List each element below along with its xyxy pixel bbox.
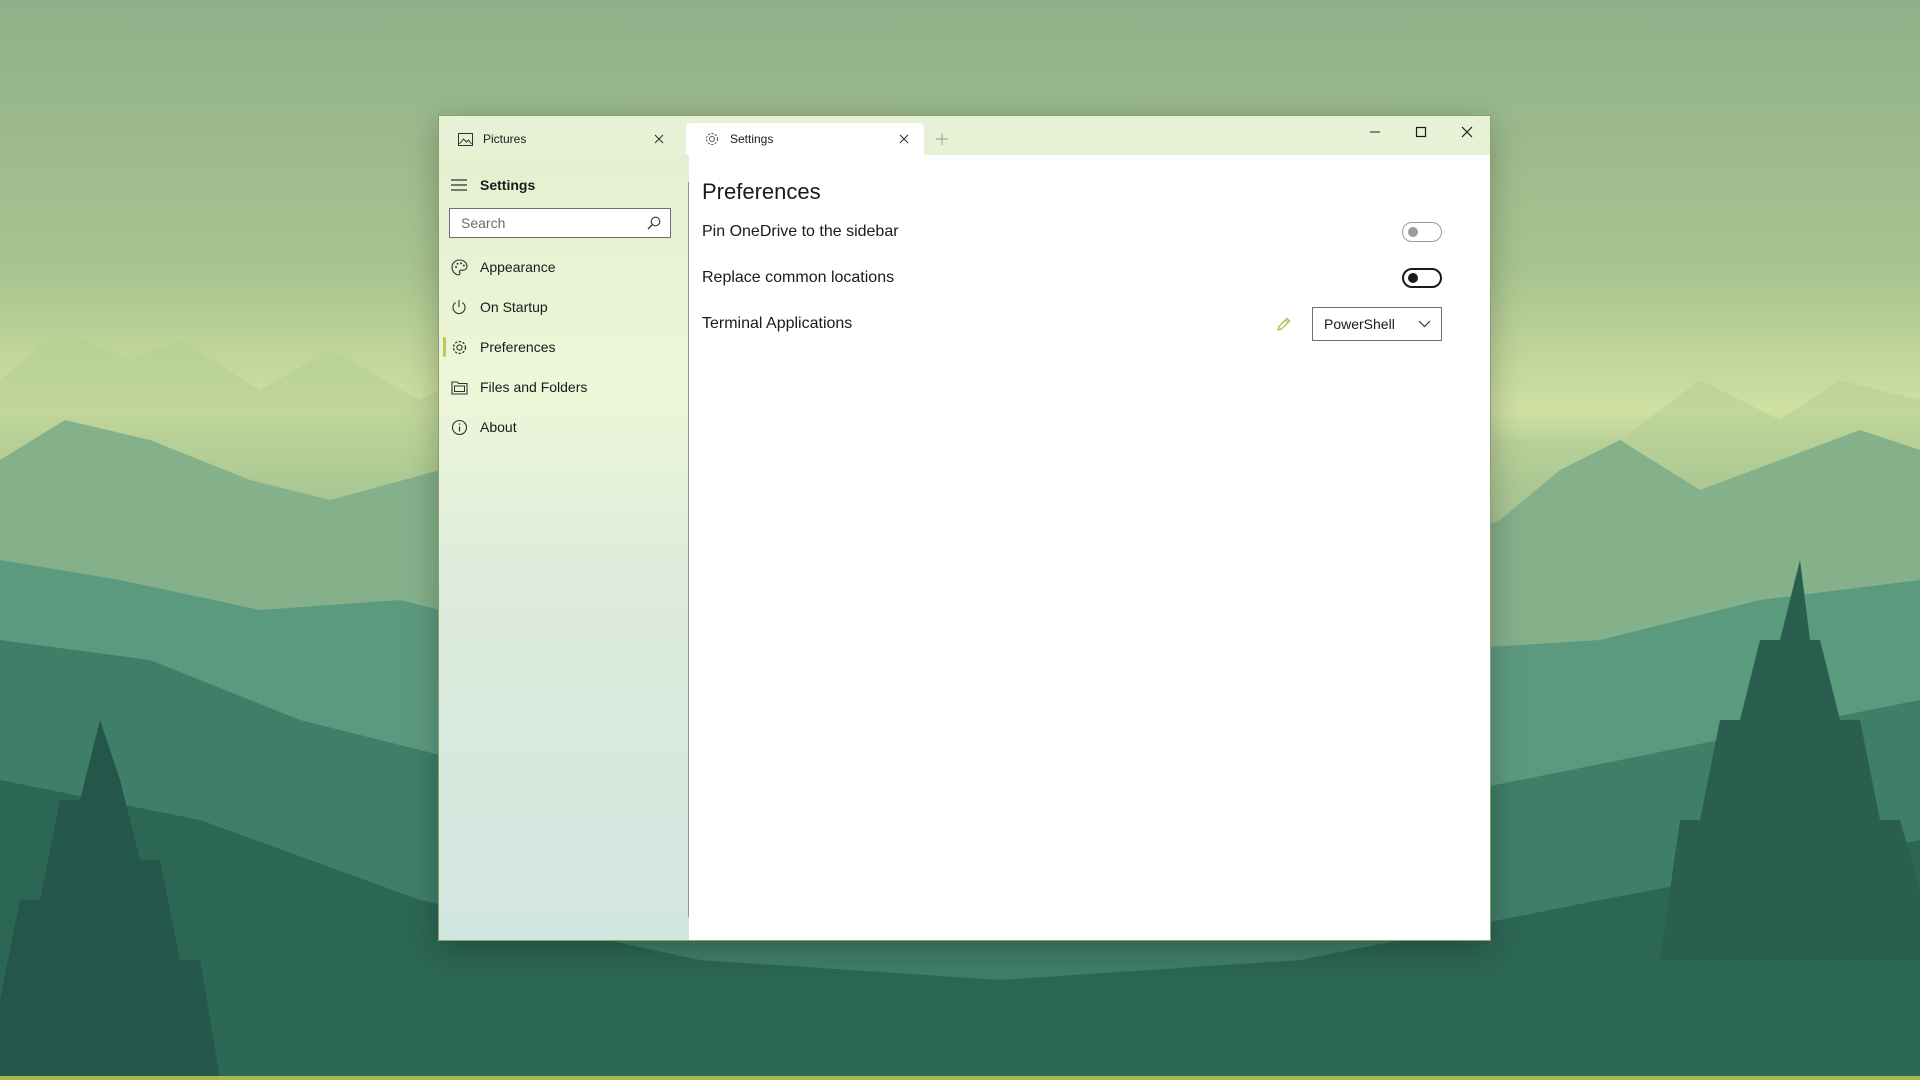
new-tab-button[interactable] <box>932 129 952 149</box>
taskbar-strip <box>0 1076 1920 1080</box>
close-window-button[interactable] <box>1444 116 1490 148</box>
tab-settings-label: Settings <box>730 132 774 146</box>
setting-label: Terminal Applications <box>702 315 853 332</box>
toggle-knob <box>1408 273 1418 283</box>
tab-settings[interactable]: Settings <box>686 123 924 155</box>
setting-row-replace-locations: Replace common locations <box>702 260 1442 296</box>
pin-onedrive-toggle[interactable] <box>1402 222 1442 242</box>
chevron-down-icon <box>1417 317 1431 331</box>
page-title: Preferences <box>702 179 821 204</box>
toggle-knob <box>1408 227 1418 237</box>
tab-pictures[interactable]: Pictures <box>439 123 679 155</box>
search-box[interactable] <box>449 208 671 238</box>
pencil-edit-icon[interactable] <box>1274 315 1292 333</box>
sidebar-item-on-startup[interactable]: On Startup <box>439 289 687 325</box>
files-window: Pictures Settings Settings Search Appear… <box>438 115 1491 941</box>
gear-icon <box>450 338 468 356</box>
setting-row-pin-onedrive: Pin OneDrive to the sidebar <box>702 214 1442 250</box>
sidebar-item-appearance[interactable]: Appearance <box>439 249 687 285</box>
info-icon <box>450 418 468 436</box>
setting-row-terminal-applications: Terminal Applications PowerShell <box>702 306 1442 342</box>
close-icon[interactable] <box>896 131 912 147</box>
settings-content: Preferences Pin OneDrive to the sidebar … <box>689 155 1490 940</box>
replace-locations-toggle[interactable] <box>1402 268 1442 288</box>
sidebar-item-label: On Startup <box>480 299 548 315</box>
folder-icon <box>450 378 468 396</box>
tab-pictures-label: Pictures <box>483 132 527 146</box>
sidebar-item-files-and-folders[interactable]: Files and Folders <box>439 369 687 405</box>
setting-label: Replace common locations <box>702 269 895 286</box>
minimize-icon <box>1370 131 1380 133</box>
sidebar-item-label: About <box>480 419 517 435</box>
sidebar-item-label: Files and Folders <box>480 379 588 395</box>
setting-label: Pin OneDrive to the sidebar <box>702 223 899 240</box>
terminal-application-select[interactable]: PowerShell <box>1312 307 1442 341</box>
title-bar: Pictures Settings <box>439 116 1490 155</box>
plus-icon <box>936 133 948 145</box>
close-icon[interactable] <box>651 131 667 147</box>
search-icon[interactable] <box>646 215 662 231</box>
minimize-button[interactable] <box>1352 116 1398 148</box>
settings-sidebar: Settings Appearance On Startup P <box>439 155 689 940</box>
gear-icon <box>704 131 720 147</box>
sidebar-item-preferences[interactable]: Preferences <box>439 329 687 365</box>
sidebar-header: Settings <box>449 173 535 197</box>
close-icon <box>1461 126 1473 138</box>
sidebar-item-label: Appearance <box>480 259 556 275</box>
sidebar-item-about[interactable]: About <box>439 409 687 445</box>
maximize-button[interactable] <box>1398 116 1444 148</box>
hamburger-menu-icon[interactable] <box>449 175 469 195</box>
sidebar-item-label: Preferences <box>480 339 556 355</box>
sidebar-title: Settings <box>480 177 536 193</box>
power-icon <box>450 298 468 316</box>
maximize-icon <box>1415 126 1427 138</box>
search-input[interactable] <box>459 214 646 232</box>
palette-icon <box>450 258 468 276</box>
pictures-icon <box>457 131 473 147</box>
select-value: PowerShell <box>1324 316 1395 332</box>
selection-indicator <box>443 337 446 357</box>
